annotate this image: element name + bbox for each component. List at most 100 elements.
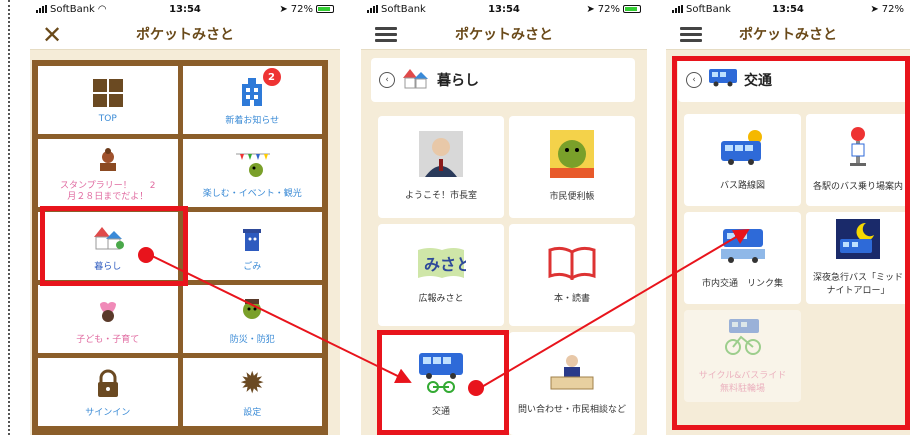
bus-bicycle-icon xyxy=(719,317,767,362)
signal-icon xyxy=(672,5,683,13)
close-icon[interactable]: ✕ xyxy=(42,21,62,49)
location-icon: ➤ xyxy=(870,3,879,15)
counter-staff-icon xyxy=(547,351,597,396)
card-cycle-bus-ride[interactable]: サイクル&バスライド 無料駐輪場 xyxy=(684,310,801,402)
carrier: SoftBank xyxy=(686,3,731,15)
phone-screen-koutsu: SoftBank 13:54 ➤ 72% ポケットみさと ‹ 交通 バス路線図 各… xyxy=(666,0,910,435)
card-midnight-bus[interactable]: 深夜急行バス「ミッドナイトアロー」 xyxy=(806,212,910,304)
menu-label: 新着お知らせ xyxy=(225,115,280,126)
hamburger-menu-icon[interactable] xyxy=(375,27,397,43)
menu-item-kurashi[interactable]: 暮らし xyxy=(38,212,178,280)
hamburger-menu-icon[interactable] xyxy=(680,27,702,43)
category-title: 暮らし xyxy=(437,73,479,89)
mayor-photo xyxy=(419,131,463,182)
menu-item-settings[interactable]: ✹ 設定 xyxy=(182,358,322,426)
category-bar: ‹ 暮らし xyxy=(371,58,635,102)
card-label: 各駅のバス乗り場案内 xyxy=(812,182,903,192)
app-title: ポケットみさと xyxy=(455,26,553,43)
card-label: バス路線図 xyxy=(719,181,765,191)
main-menu: TOP 2 新着お知らせ スタンプラリー！ 2 月２８日までだよ！ 楽しむ・イベ… xyxy=(32,60,328,435)
signal-icon xyxy=(367,5,378,13)
grid-icon xyxy=(90,76,126,110)
menu-item-signin[interactable]: サインイン xyxy=(38,358,178,426)
card-koutsu[interactable]: 交通 xyxy=(378,332,504,435)
battery-icon xyxy=(622,5,641,13)
mascot-icon xyxy=(234,294,270,328)
signal-icon xyxy=(36,5,47,13)
menu-item-news[interactable]: 2 新着お知らせ xyxy=(182,66,322,134)
status-bar: SoftBank 13:54 ➤ 72% xyxy=(361,0,647,18)
menu-item-top[interactable]: TOP xyxy=(38,66,178,134)
location-icon: ➤ xyxy=(279,3,288,15)
app-header: ポケットみさと xyxy=(666,18,910,50)
menu-item-events[interactable]: 楽しむ・イベント・観光 xyxy=(182,139,322,207)
card-mayor[interactable]: ようこそ！市長室 xyxy=(378,116,504,218)
bus-stop-icon xyxy=(843,126,873,173)
card-bus-stops[interactable]: 各駅のバス乗り場案内 xyxy=(806,114,910,206)
bus-train-icon xyxy=(719,225,767,270)
battery-percent: 72% xyxy=(881,3,904,15)
card-label: 本・読書 xyxy=(553,294,590,304)
clock: 13:54 xyxy=(488,3,520,15)
back-icon[interactable]: ‹ xyxy=(686,72,702,88)
category-bar: ‹ 交通 xyxy=(678,58,910,102)
card-label: 広報みさと xyxy=(418,294,464,304)
menu-label: スタンプラリー！ 2 月２８日までだよ！ xyxy=(60,181,156,202)
back-icon[interactable]: ‹ xyxy=(379,72,395,88)
menu-item-kosodate[interactable]: 子ども・子育て xyxy=(38,285,178,353)
status-bar: SoftBank ◠ 13:54 ➤ 72% xyxy=(30,0,340,18)
card-transport-links[interactable]: 市内交通 リンク集 xyxy=(684,212,801,304)
card-label: 交通 xyxy=(431,406,450,417)
app-header: ✕ ポケットみさと xyxy=(30,18,340,50)
carrier: SoftBank xyxy=(50,3,95,15)
tap-marker-kurashi xyxy=(138,247,154,263)
trash-icon xyxy=(234,221,270,255)
app-title: ポケットみさと xyxy=(739,26,837,43)
menu-label: 楽しむ・イベント・観光 xyxy=(202,188,302,199)
night-bus-icon xyxy=(836,218,880,264)
svg-text:みさと: みさと xyxy=(424,255,466,274)
card-benricho[interactable]: 市民便利帳 xyxy=(509,116,635,218)
app-title: ポケットみさと xyxy=(136,26,234,43)
dotted-separator xyxy=(8,0,10,435)
battery-percent: 72% xyxy=(597,3,620,15)
menu-item-stamp-rally[interactable]: スタンプラリー！ 2 月２８日までだよ！ xyxy=(38,139,178,207)
menu-item-bousai[interactable]: 防災・防犯 xyxy=(182,285,322,353)
phone-screen-kurashi: SoftBank 13:54 ➤ 72% ポケットみさと ‹ 暮らし ようこそ！市… xyxy=(361,0,647,435)
bus-icon xyxy=(708,67,738,93)
menu-item-gomi[interactable]: ごみ xyxy=(182,212,322,280)
card-label: 深夜急行バス「ミッドナイトアロー」 xyxy=(812,272,903,296)
menu-label: 防災・防犯 xyxy=(229,334,275,345)
bus-icon xyxy=(415,349,467,398)
lock-icon xyxy=(90,367,126,401)
clock: 13:54 xyxy=(772,3,804,15)
stamp-icon xyxy=(90,143,126,177)
notification-badge: 2 xyxy=(262,68,281,86)
card-label: 市内交通 リンク集 xyxy=(701,279,783,289)
card-bus-route-map[interactable]: バス路線図 xyxy=(684,114,801,206)
wifi-icon: ◠ xyxy=(97,3,107,15)
card-label: 市民便利帳 xyxy=(549,192,595,202)
battery-percent: 72% xyxy=(290,3,313,15)
category-title: 交通 xyxy=(744,73,772,89)
card-kouhou[interactable]: みさと 広報みさと xyxy=(378,224,504,326)
menu-label: 子ども・子育て xyxy=(76,334,140,345)
card-label: サイクル&バスライド 無料駐輪場 xyxy=(698,370,787,394)
card-inquiry[interactable]: 問い合わせ・市民相談など xyxy=(509,332,635,435)
menu-label: サインイン xyxy=(85,407,131,418)
heart-mascot-icon xyxy=(90,294,126,328)
book-icon xyxy=(547,244,597,285)
status-bar: SoftBank 13:54 ➤ 72% xyxy=(666,0,910,18)
clock: 13:54 xyxy=(169,3,201,15)
gear-icon: ✹ xyxy=(239,366,265,401)
card-label: 問い合わせ・市民相談など xyxy=(517,404,626,415)
tap-marker-koutsu xyxy=(468,380,484,396)
bus-sun-icon xyxy=(719,127,767,172)
menu-label: TOP xyxy=(98,114,117,124)
booklet-cover xyxy=(550,130,594,183)
card-books[interactable]: 本・読書 xyxy=(509,224,635,326)
house-icon xyxy=(90,221,126,255)
menu-label: ごみ xyxy=(243,261,262,272)
carrier: SoftBank xyxy=(381,3,426,15)
kouhou-logo: みさと xyxy=(416,244,472,285)
